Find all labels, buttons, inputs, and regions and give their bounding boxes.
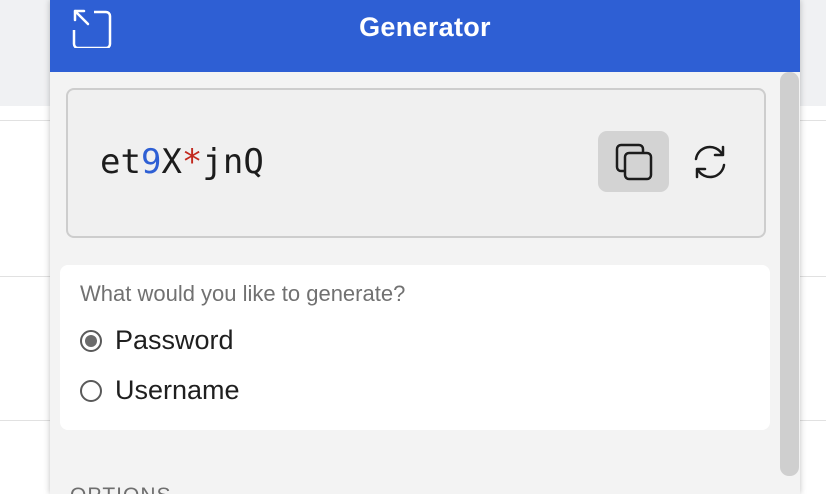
radio-button-username[interactable] [80, 379, 102, 402]
copy-password-button[interactable] [598, 131, 669, 192]
generated-password[interactable]: et9X*jnQ [100, 142, 264, 182]
generate-type-question: What would you like to generate? [80, 281, 406, 306]
refresh-icon [694, 145, 726, 179]
scrollbar-thumb[interactable] [780, 72, 799, 476]
generated-password-box: et9X*jnQ [66, 88, 766, 238]
radio-option-password[interactable]: Password [80, 325, 234, 356]
popup-title: Generator [359, 12, 491, 42]
copy-icon [615, 143, 652, 180]
password-letters: jnQ [202, 142, 264, 182]
radio-option-username[interactable]: Username [80, 375, 240, 406]
popup-header: Generator [50, 0, 800, 72]
password-letters: X [161, 142, 182, 182]
options-section-label: OPTIONS [70, 484, 172, 494]
radio-label-password: Password [115, 325, 234, 355]
password-number: 9 [140, 142, 162, 182]
password-letters: et [100, 142, 141, 182]
radio-label-username: Username [115, 375, 240, 405]
generate-type-card: What would you like to generate? Passwor… [60, 265, 770, 430]
regenerate-password-button[interactable] [682, 134, 738, 190]
radio-button-password[interactable] [80, 329, 102, 352]
popup-content: et9X*jnQ What would you like to generate… [50, 72, 800, 494]
password-symbol: * [181, 142, 203, 182]
generator-popup: Generator et9X*jnQ What would you like t… [50, 0, 800, 494]
